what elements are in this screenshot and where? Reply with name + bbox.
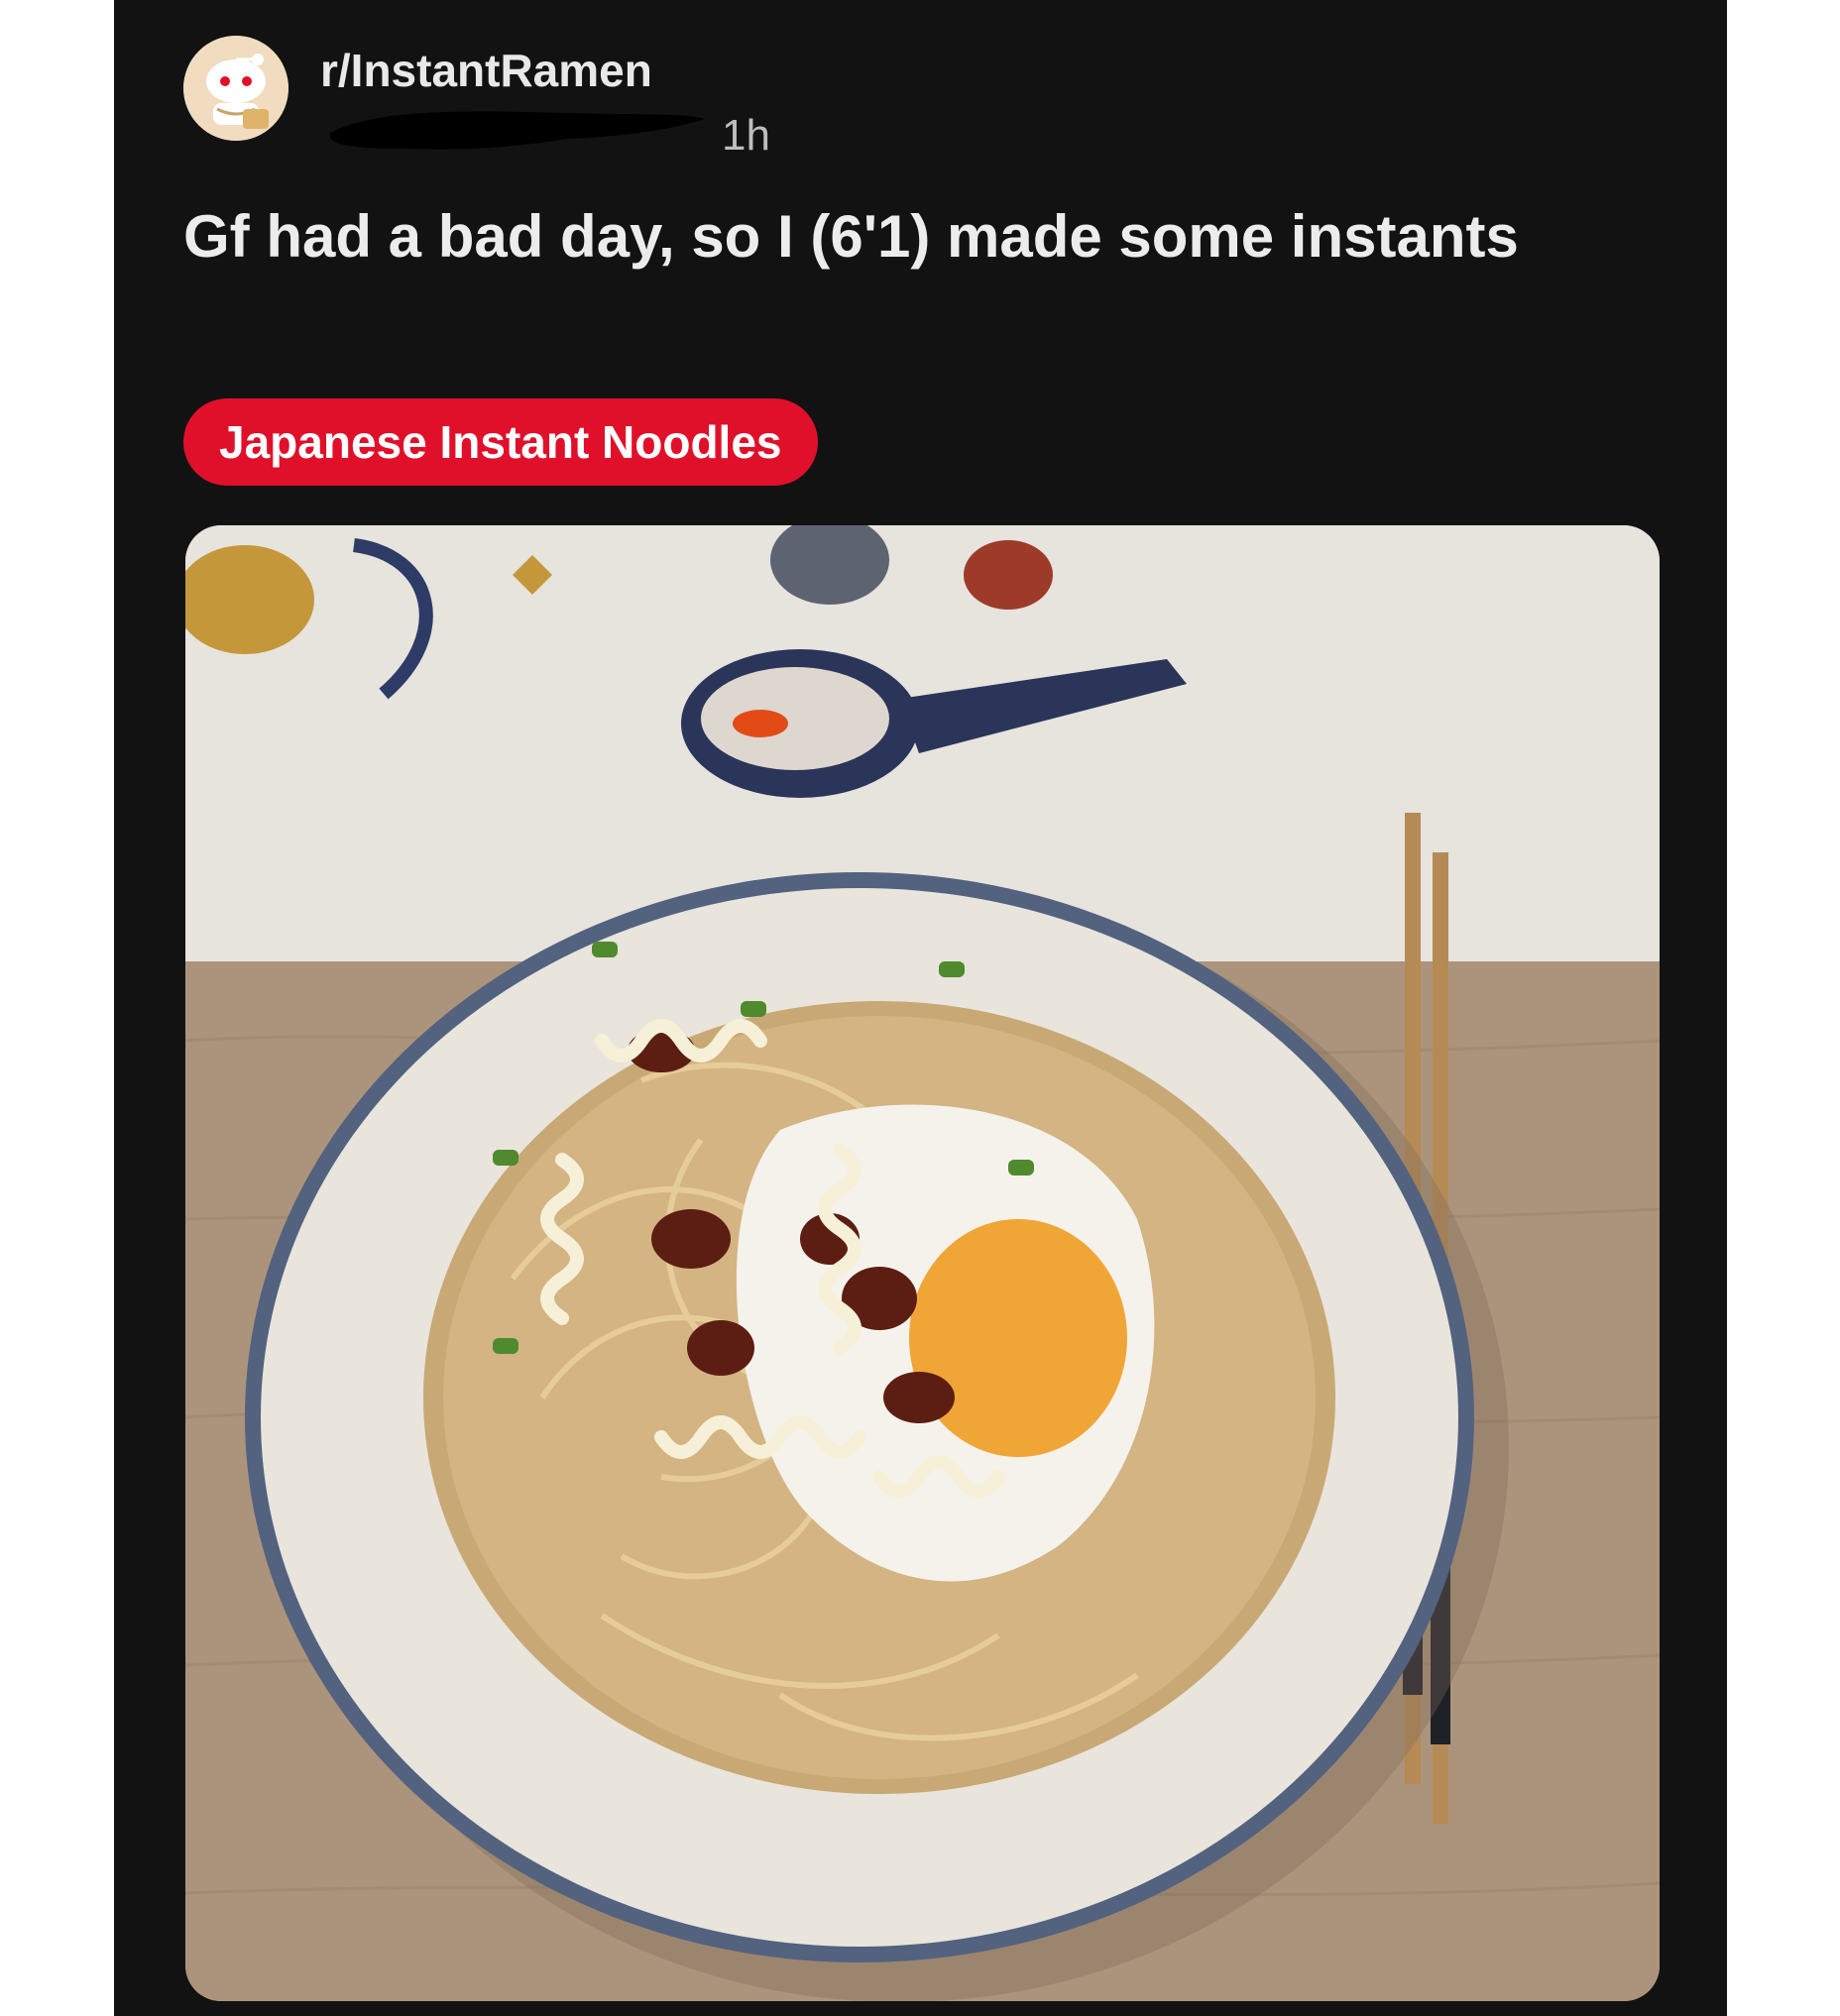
post-flair[interactable]: Japanese Instant Noodles	[183, 398, 818, 486]
subreddit-avatar-icon[interactable]	[183, 36, 288, 141]
post-image[interactable]	[185, 525, 1660, 2001]
post-header: r/InstantRamen 1h	[183, 30, 1373, 160]
subreddit-name[interactable]: r/InstantRamen	[320, 44, 652, 97]
post-meta: 1h	[320, 93, 836, 160]
redacted-username	[329, 111, 705, 150]
post-screen: r/InstantRamen 1h Gf had a bad day, so I…	[114, 0, 1727, 2016]
ramen-photo-icon	[185, 525, 1660, 2001]
post-age: 1h	[722, 111, 770, 160]
post-title[interactable]: Gf had a bad day, so I (6'1) made some i…	[183, 196, 1571, 278]
